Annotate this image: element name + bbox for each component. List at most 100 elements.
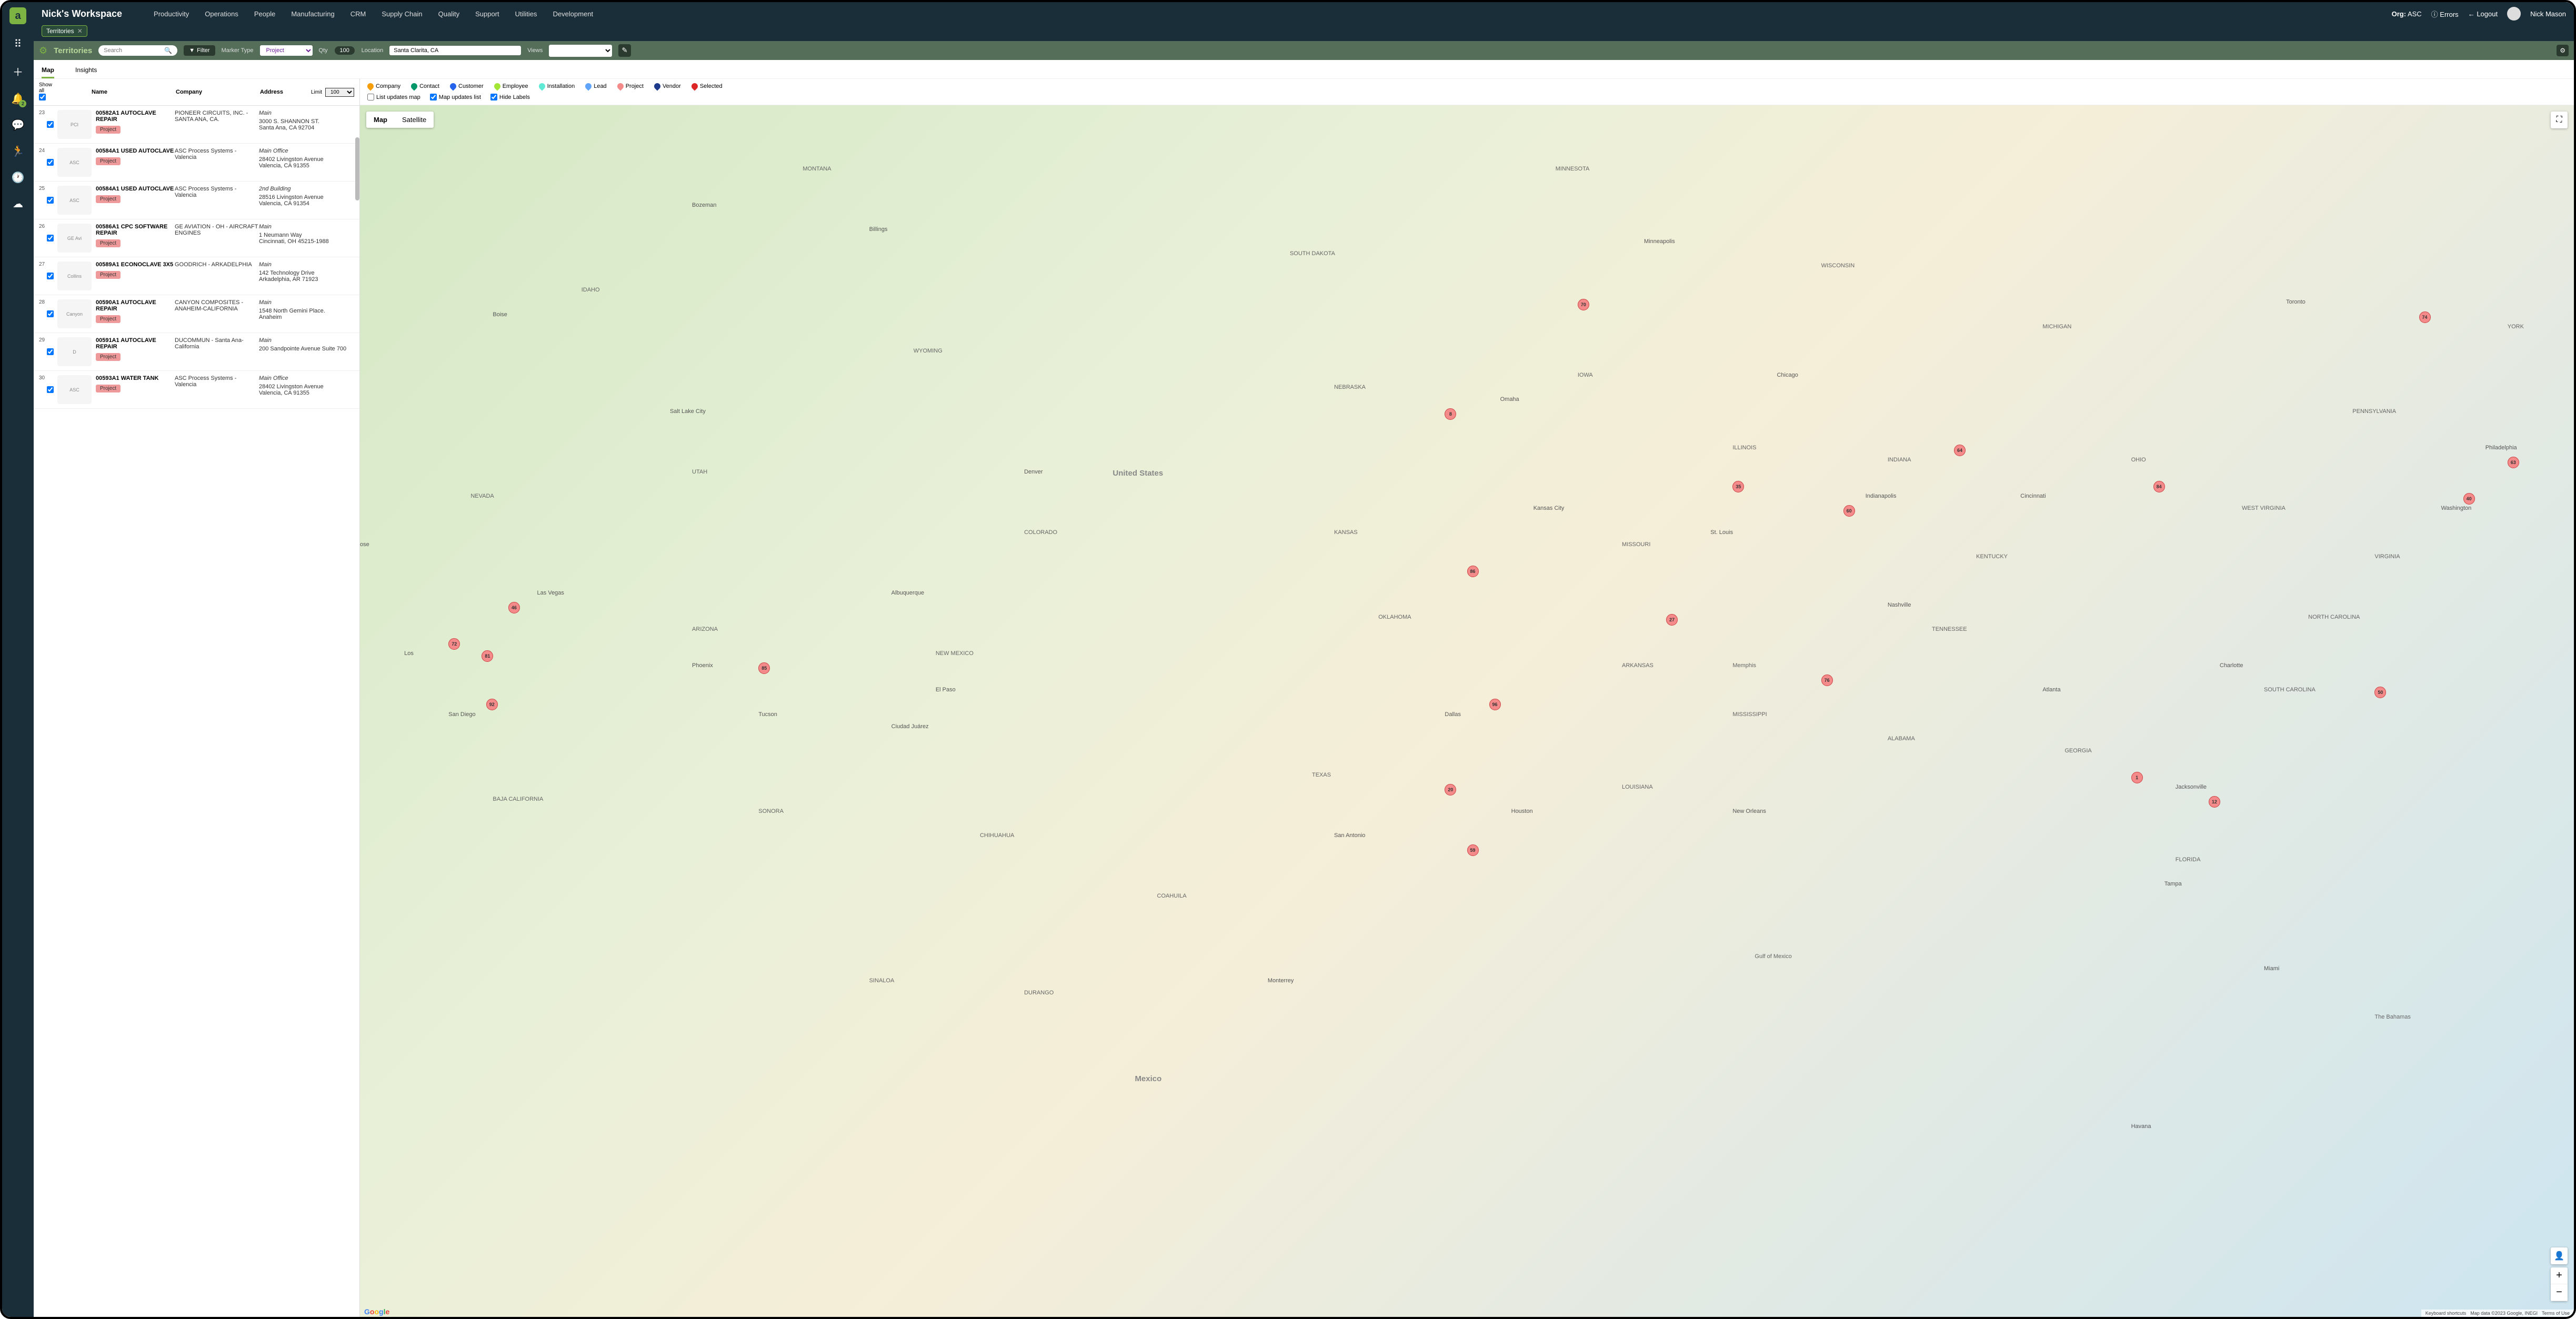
map-marker[interactable]: 8: [1445, 408, 1456, 420]
edit-button[interactable]: ✎: [618, 44, 630, 57]
map-marker[interactable]: 96: [1489, 699, 1501, 710]
marker-type-select[interactable]: Project: [260, 45, 313, 56]
map[interactable]: Map Satellite ⛶ 👤 + − Google Keyboard sh…: [360, 105, 2574, 1317]
scrollbar[interactable]: [355, 137, 359, 200]
table-row[interactable]: 27 Collins 00589A1 ECONOCLAVE 3X5Project…: [34, 257, 359, 295]
tab-territories[interactable]: Territories ✕: [42, 25, 87, 37]
map-marker[interactable]: 46: [508, 602, 520, 613]
zoom-in-button[interactable]: +: [2551, 1267, 2568, 1284]
legend-company[interactable]: Company: [367, 83, 400, 89]
legend-project[interactable]: Project: [617, 83, 644, 89]
terms-link[interactable]: Terms of Use: [2542, 1311, 2570, 1316]
map-marker[interactable]: 84: [2153, 481, 2165, 492]
legend-installation[interactable]: Installation: [539, 83, 575, 89]
add-icon[interactable]: ＋: [13, 64, 23, 79]
nav-quality[interactable]: Quality: [438, 10, 459, 18]
hide-labels-checkbox[interactable]: Hide Labels: [490, 94, 530, 100]
row-checkbox[interactable]: [47, 273, 54, 279]
row-checkbox[interactable]: [47, 197, 54, 204]
map-marker[interactable]: 40: [2463, 493, 2475, 505]
table-row[interactable]: 29 D 00591A1 AUTOCLAVE REPAIRProject DUC…: [34, 333, 359, 371]
gear-icon[interactable]: ⚙: [39, 45, 47, 56]
map-marker[interactable]: 63: [2508, 457, 2519, 468]
views-select[interactable]: [549, 45, 612, 57]
map-marker[interactable]: 20: [1445, 784, 1456, 796]
table-row[interactable]: 23 PCI 00582A1 AUTOCLAVE REPAIRProject P…: [34, 106, 359, 144]
map-marker[interactable]: 12: [2209, 796, 2220, 808]
legend-lead[interactable]: Lead: [585, 83, 606, 89]
tab-insights[interactable]: Insights: [75, 63, 97, 78]
row-checkbox[interactable]: [47, 348, 54, 355]
legend-employee[interactable]: Employee: [494, 83, 528, 89]
filter-button[interactable]: ▼ Filter: [184, 45, 215, 56]
settings-icon[interactable]: ⚙: [2557, 45, 2569, 56]
zoom-out-button[interactable]: −: [2551, 1284, 2568, 1301]
col-address-header[interactable]: Address: [260, 89, 311, 95]
close-icon[interactable]: ✕: [77, 27, 83, 35]
table-row[interactable]: 24 ASC 00584A1 USED AUTOCLAVEProject ASC…: [34, 144, 359, 182]
errors-link[interactable]: ⓘ Errors: [2431, 9, 2459, 19]
run-icon[interactable]: 🏃: [12, 145, 25, 158]
table-row[interactable]: 30 ASC 00593A1 WATER TANKProject ASC Pro…: [34, 371, 359, 409]
logout-link[interactable]: ← Logout: [2468, 10, 2498, 18]
show-all-checkbox[interactable]: [39, 94, 46, 100]
map-marker[interactable]: 27: [1666, 614, 1678, 626]
nav-development[interactable]: Development: [553, 10, 594, 18]
map-marker[interactable]: 59: [1467, 844, 1479, 856]
map-marker[interactable]: 70: [1578, 299, 1589, 310]
apps-icon[interactable]: ⠿: [14, 37, 22, 51]
map-marker[interactable]: 85: [758, 662, 770, 674]
avatar[interactable]: [2507, 7, 2521, 21]
map-marker[interactable]: 92: [486, 699, 498, 710]
qty-input[interactable]: [334, 46, 355, 55]
upload-icon[interactable]: ☁: [13, 197, 23, 210]
limit-select[interactable]: 100: [325, 88, 354, 97]
nav-manufacturing[interactable]: Manufacturing: [291, 10, 334, 18]
fullscreen-icon[interactable]: ⛶: [2551, 112, 2568, 128]
clock-icon[interactable]: 🕐: [12, 171, 25, 184]
col-name-header[interactable]: Name: [92, 89, 176, 95]
map-marker[interactable]: 35: [1732, 481, 1744, 492]
app-logo[interactable]: a: [9, 7, 26, 24]
nav-productivity[interactable]: Productivity: [154, 10, 189, 18]
table-row[interactable]: 26 GE Avi 00586A1 CPC SOFTWARE REPAIRPro…: [34, 219, 359, 257]
search-input[interactable]: 🔍: [98, 45, 177, 56]
map-marker[interactable]: 72: [448, 638, 460, 650]
legend-contact[interactable]: Contact: [411, 83, 439, 89]
nav-utilities[interactable]: Utilities: [515, 10, 537, 18]
map-marker[interactable]: 86: [1467, 566, 1479, 577]
map-marker[interactable]: 1: [2131, 772, 2143, 783]
nav-operations[interactable]: Operations: [205, 10, 238, 18]
col-company-header[interactable]: Company: [176, 89, 260, 95]
nav-support[interactable]: Support: [475, 10, 499, 18]
nav-supply-chain[interactable]: Supply Chain: [382, 10, 422, 18]
table-row[interactable]: 25 ASC 00584A1 USED AUTOCLAVEProject ASC…: [34, 182, 359, 219]
row-checkbox[interactable]: [47, 235, 54, 241]
location-input[interactable]: [389, 46, 521, 55]
chat-icon[interactable]: 💬: [12, 118, 25, 132]
map-marker[interactable]: 60: [1843, 505, 1855, 517]
map-type-satellite[interactable]: Satellite: [395, 112, 434, 128]
nav-people[interactable]: People: [254, 10, 275, 18]
map-updates-list-checkbox[interactable]: Map updates list: [430, 94, 481, 100]
map-marker[interactable]: 81: [482, 650, 493, 662]
row-checkbox[interactable]: [47, 386, 54, 393]
bell-icon[interactable]: 🔔2: [12, 92, 25, 105]
pegman-icon[interactable]: 👤: [2551, 1247, 2568, 1264]
legend-customer[interactable]: Customer: [450, 83, 484, 89]
nav-crm[interactable]: CRM: [350, 10, 366, 18]
keyboard-shortcuts-link[interactable]: Keyboard shortcuts: [2425, 1311, 2467, 1316]
legend-selected[interactable]: Selected: [691, 83, 723, 89]
row-checkbox[interactable]: [47, 159, 54, 166]
legend-vendor[interactable]: Vendor: [654, 83, 681, 89]
map-marker[interactable]: 64: [1954, 445, 1966, 456]
table-row[interactable]: 28 Canyon 00590A1 AUTOCLAVE REPAIRProjec…: [34, 295, 359, 333]
map-marker[interactable]: 76: [1821, 674, 1833, 686]
tab-map[interactable]: Map: [42, 63, 54, 78]
map-marker[interactable]: 50: [2374, 687, 2386, 698]
map-type-map[interactable]: Map: [366, 112, 395, 128]
row-checkbox[interactable]: [47, 310, 54, 317]
row-checkbox[interactable]: [47, 121, 54, 128]
list-updates-map-checkbox[interactable]: List updates map: [367, 94, 420, 100]
map-marker[interactable]: 74: [2419, 311, 2431, 323]
